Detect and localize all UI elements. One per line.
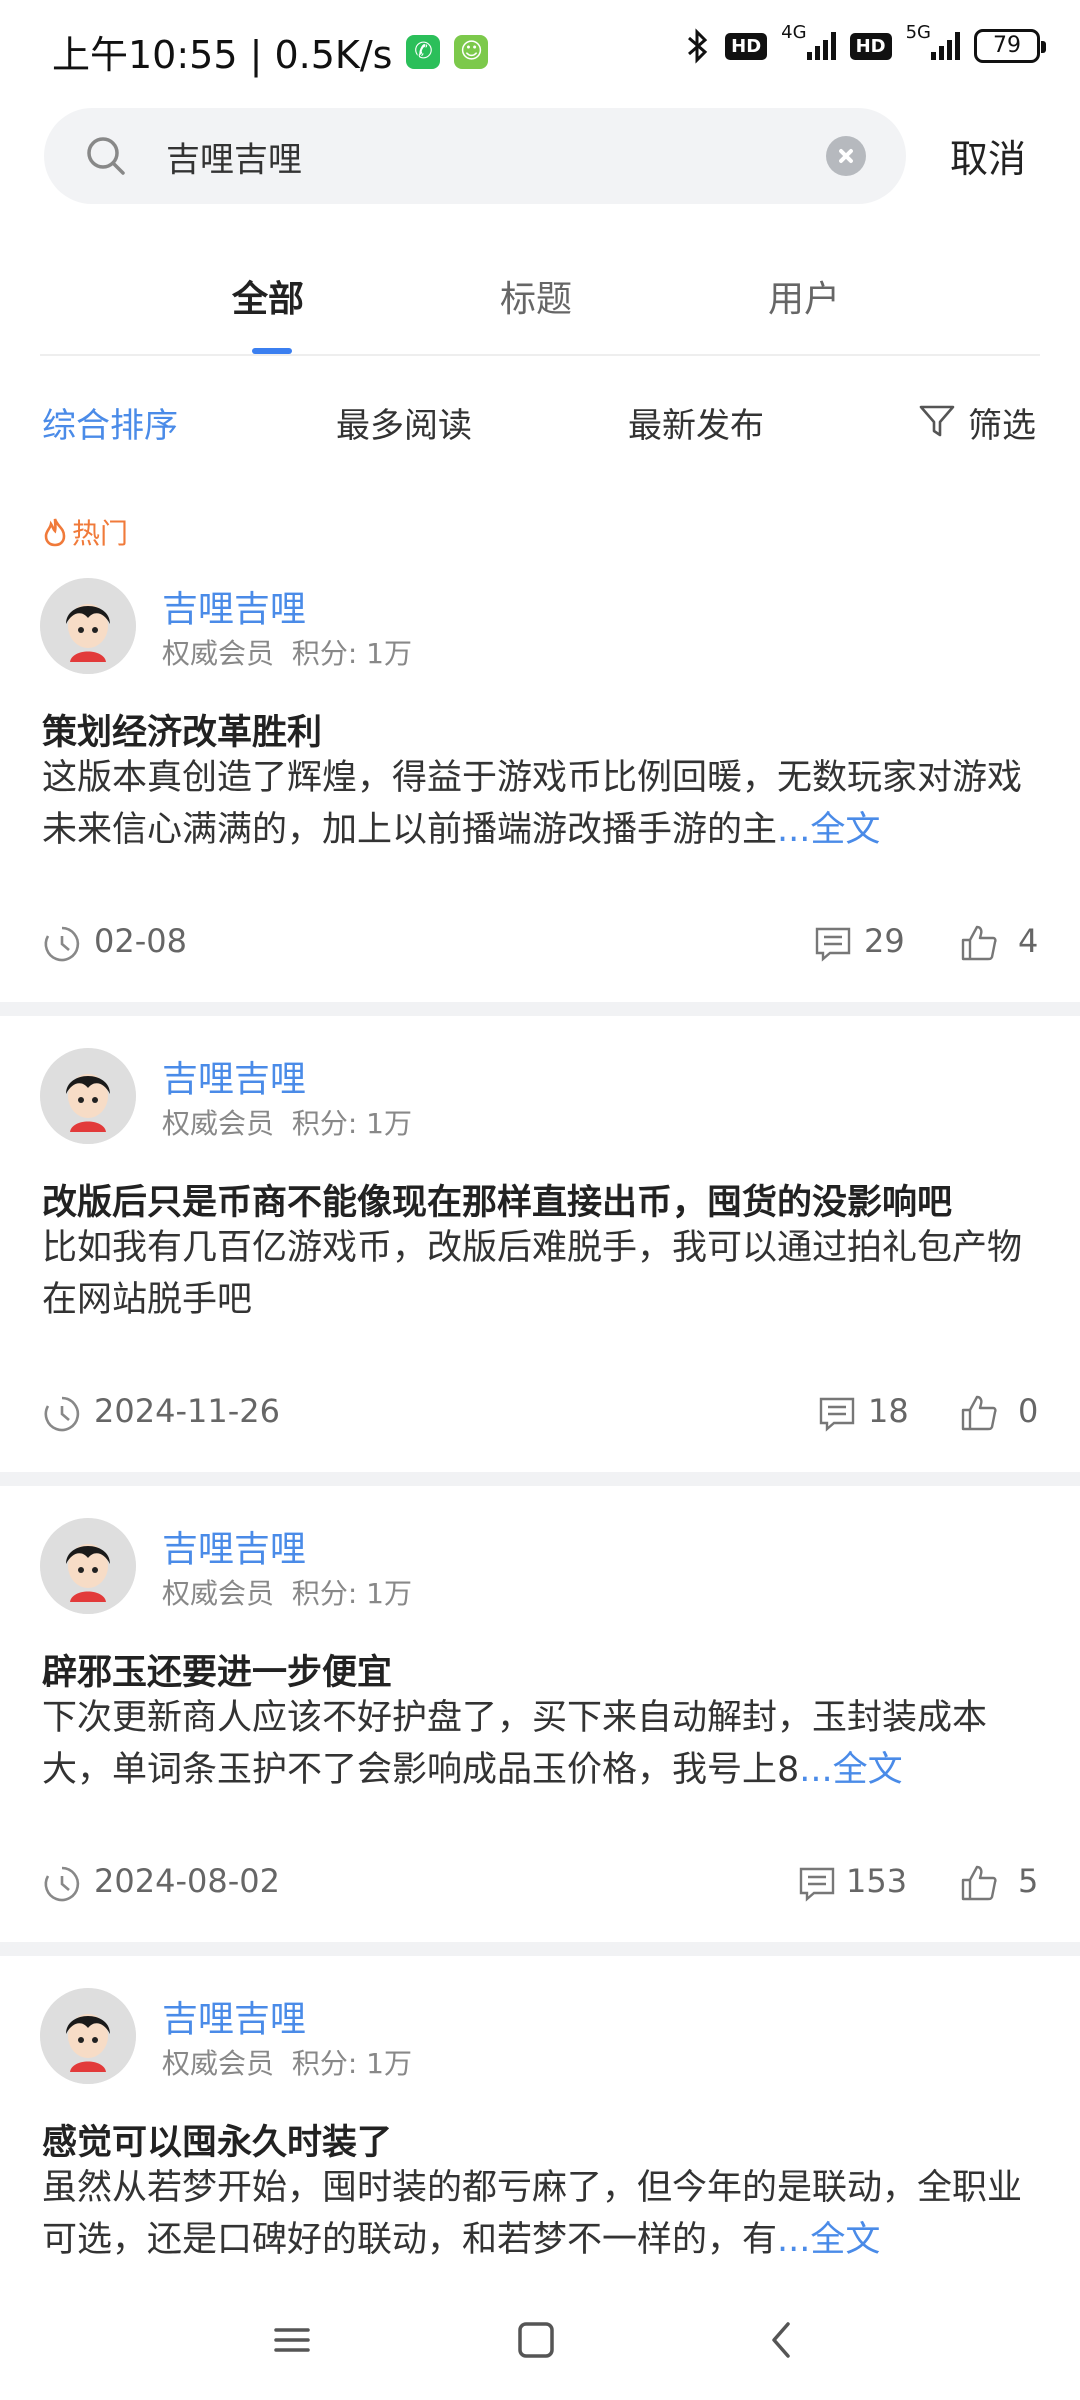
post-separator	[0, 1002, 1080, 1016]
like-icon[interactable]	[960, 1394, 998, 1432]
tab-title[interactable]: 标题	[500, 270, 572, 322]
like-count: 5	[1018, 1862, 1039, 1900]
sort-newest[interactable]: 最新发布	[628, 398, 764, 447]
tab-all[interactable]: 全部	[232, 270, 304, 322]
post-separator	[0, 1942, 1080, 1956]
hd-badge: HD	[725, 32, 768, 60]
comment-icon[interactable]	[818, 1396, 856, 1432]
avatar[interactable]	[40, 1048, 136, 1144]
like-icon[interactable]	[960, 924, 998, 962]
sort-comprehensive[interactable]: 综合排序	[42, 398, 178, 447]
author-name[interactable]: 吉哩吉哩	[162, 1050, 306, 1102]
like-icon[interactable]	[960, 1864, 998, 1902]
post-title[interactable]: 感觉可以囤永久时装了	[42, 2114, 392, 2165]
post-title[interactable]: 改版后只是币商不能像现在那样直接出币，囤货的没影响吧	[42, 1174, 952, 1225]
clock-icon	[44, 926, 80, 962]
status-left: 上午10:55 | 0.5K/s ✆ ☺	[52, 24, 489, 79]
battery-icon: 79	[974, 29, 1046, 63]
member-role: 权威会员	[162, 1107, 275, 1140]
status-bar: 上午10:55 | 0.5K/s ✆ ☺ HD 4G HD 5G 79	[0, 0, 1080, 100]
like-count: 4	[1018, 922, 1039, 960]
author-meta: 权威会员 积分: 1万	[162, 1572, 412, 1612]
post-footer: 02-08 29 4	[0, 922, 1080, 972]
clock-icon	[44, 1396, 80, 1432]
member-points: 积分: 1万	[291, 2047, 412, 2080]
member-role: 权威会员	[162, 637, 275, 670]
post-excerpt[interactable]: 下次更新商人应该不好护盘了，买下来自动解封，玉封装成本大，单词条玉护不了会影响成…	[42, 1692, 1042, 1796]
flame-icon	[44, 518, 66, 547]
member-role: 权威会员	[162, 1577, 275, 1610]
comment-count: 18	[868, 1392, 909, 1430]
search-input[interactable]	[166, 130, 826, 182]
author-name[interactable]: 吉哩吉哩	[162, 580, 306, 632]
back-icon[interactable]	[752, 2310, 812, 2370]
hot-section-label: 热门	[42, 512, 128, 552]
read-more-link[interactable]: ...全文	[799, 1750, 902, 1790]
tab-user[interactable]: 用户	[768, 270, 840, 322]
hd-badge-2: HD	[849, 32, 892, 60]
author-meta: 权威会员 积分: 1万	[162, 2042, 412, 2082]
post-excerpt[interactable]: 这版本真创造了辉煌，得益于游戏币比例回暖，无数玩家对游戏未来信心满满的，加上以前…	[42, 752, 1042, 856]
sort-most-read[interactable]: 最多阅读	[336, 398, 472, 447]
member-points: 积分: 1万	[291, 1107, 412, 1140]
member-points: 积分: 1万	[291, 1577, 412, 1610]
excerpt-text: 比如我有几百亿游戏币，改版后难脱手，我可以通过拍礼包产物在网站脱手吧	[42, 1228, 1023, 1320]
post-date: 2024-08-02	[94, 1862, 280, 1900]
network-type-1: 4G	[781, 21, 807, 43]
post-excerpt[interactable]: 比如我有几百亿游戏币，改版后难脱手，我可以通过拍礼包产物在网站脱手吧	[42, 1222, 1042, 1326]
post-title[interactable]: 辟邪玉还要进一步便宜	[42, 1644, 392, 1695]
phone-app-icon: ✆	[406, 34, 441, 69]
tab-indicator	[252, 348, 292, 354]
comment-count: 29	[864, 922, 905, 960]
avatar[interactable]	[40, 1518, 136, 1614]
network-type-2: 5G	[905, 21, 931, 43]
post-excerpt[interactable]: 虽然从若梦开始，囤时装的都亏麻了，但今年的是联动，全职业可选，还是口碑好的联动，…	[42, 2162, 1042, 2266]
hot-label: 热门	[72, 517, 129, 550]
author-name[interactable]: 吉哩吉哩	[162, 1990, 306, 2042]
author-meta: 权威会员 积分: 1万	[162, 632, 412, 672]
system-nav-bar	[0, 2280, 1080, 2400]
like-count: 0	[1018, 1392, 1039, 1430]
robot-app-icon: ☺	[454, 34, 489, 69]
status-right: HD 4G HD 5G 79	[685, 22, 1046, 64]
comment-count: 153	[846, 1862, 908, 1900]
status-time-speed: 上午10:55 | 0.5K/s	[52, 33, 393, 77]
search-icon	[87, 137, 125, 175]
filter-icon[interactable]	[918, 402, 956, 440]
filter-button[interactable]: 筛选	[968, 398, 1036, 447]
post-footer: 2024-11-26 18 0	[0, 1392, 1080, 1442]
menu-icon[interactable]	[262, 2310, 322, 2370]
clear-search-icon[interactable]	[826, 136, 866, 176]
comment-icon[interactable]	[814, 926, 852, 962]
post-date: 2024-11-26	[94, 1392, 280, 1430]
signal-bars-icon-2	[931, 32, 960, 60]
search-tabs: 全部 标题 用户	[40, 260, 1040, 356]
author-meta: 权威会员 积分: 1万	[162, 1102, 412, 1142]
post-separator	[0, 1472, 1080, 1486]
author-name[interactable]: 吉哩吉哩	[162, 1520, 306, 1572]
clock-icon	[44, 1866, 80, 1902]
bluetooth-icon	[688, 28, 708, 64]
post-title[interactable]: 策划经济改革胜利	[42, 704, 322, 755]
post-footer: 2024-08-02 153 5	[0, 1862, 1080, 1912]
home-icon[interactable]	[506, 2310, 566, 2370]
member-points: 积分: 1万	[291, 637, 412, 670]
cancel-button[interactable]: 取消	[950, 128, 1026, 183]
read-more-link[interactable]: ...全文	[777, 2220, 880, 2260]
read-more-link[interactable]: ...全文	[777, 810, 880, 850]
comment-icon[interactable]	[798, 1866, 836, 1902]
search-box[interactable]	[44, 108, 906, 204]
post-date: 02-08	[94, 922, 187, 960]
avatar[interactable]	[40, 1988, 136, 2084]
signal-bars-icon	[806, 32, 836, 60]
member-role: 权威会员	[162, 2047, 275, 2080]
avatar[interactable]	[40, 578, 136, 674]
